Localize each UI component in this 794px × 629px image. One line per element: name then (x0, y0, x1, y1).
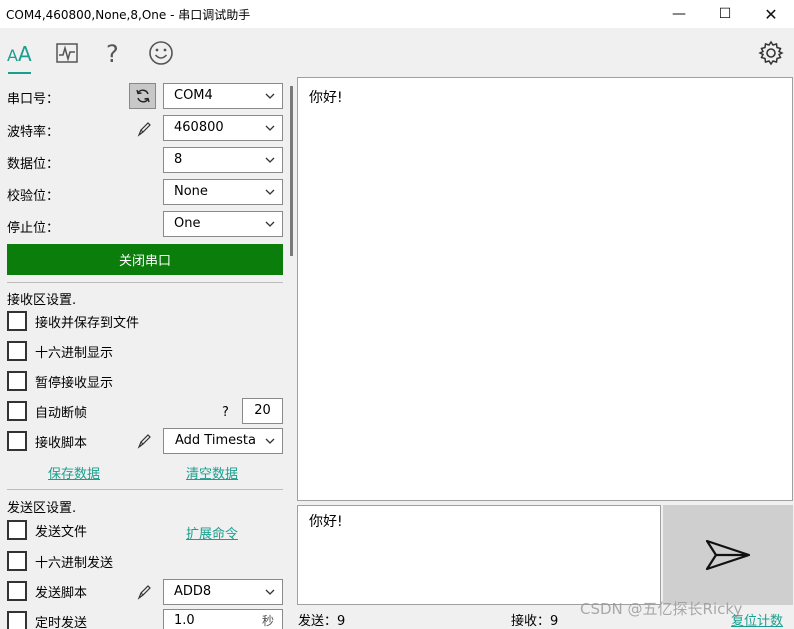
databits-select[interactable]: 8 (163, 147, 283, 173)
font-icon[interactable]: AA (5, 38, 35, 68)
databits-label: 数据位： (7, 157, 60, 172)
auto-frame-checkbox[interactable] (7, 401, 27, 421)
send-script-label: 发送脚本 (35, 586, 88, 601)
maximize-button[interactable]: ☐ (702, 0, 748, 28)
receive-script-value: Add Timesta (175, 433, 256, 448)
chevron-down-icon (265, 93, 275, 99)
sent-count: 发送：9 (298, 614, 346, 629)
hex-display-label: 十六进制显示 (35, 346, 114, 361)
pen-icon[interactable] (136, 584, 152, 600)
timed-send-value: 1.0 (174, 613, 195, 628)
port-value: COM4 (174, 88, 213, 103)
close-port-button[interactable]: 关闭串口 (7, 244, 283, 275)
refresh-button[interactable] (129, 83, 156, 109)
received-count: 接收：9 (511, 614, 559, 629)
svg-text:A: A (7, 46, 18, 64)
send-script-checkbox[interactable] (7, 581, 27, 601)
hex-send-label: 十六进制发送 (35, 556, 114, 571)
extend-command-link[interactable]: 扩展命令 (186, 523, 238, 542)
auto-frame-label: 自动断帧 (35, 406, 88, 421)
timed-send-unit: 秒 (261, 614, 274, 628)
databits-value: 8 (174, 152, 183, 167)
toolbar: AA ? (0, 28, 794, 76)
chevron-down-icon (265, 438, 275, 444)
send-section-title: 发送区设置. (7, 501, 77, 516)
hex-send-checkbox[interactable] (7, 551, 27, 571)
svg-text:A: A (18, 42, 32, 64)
baud-label: 波特率： (7, 125, 60, 140)
divider (7, 282, 283, 283)
window-title: COM4,460800,None,8,One - 串口调试助手 (6, 8, 251, 22)
save-data-link[interactable]: 保存数据 (48, 463, 100, 482)
receive-text-area[interactable]: 你好! (297, 77, 793, 501)
parity-select[interactable]: None (163, 179, 283, 205)
chevron-down-icon (265, 189, 275, 195)
send-text-area[interactable]: 你好! (297, 505, 661, 605)
baud-select[interactable]: 460800 (163, 115, 283, 141)
minimize-button[interactable]: — (656, 0, 702, 28)
left-panel-scrollbar[interactable] (290, 86, 293, 256)
send-script-value: ADD8 (174, 584, 212, 599)
auto-frame-input[interactable]: 20 (242, 398, 283, 424)
refresh-icon (135, 89, 150, 103)
timed-send-checkbox[interactable] (7, 611, 27, 629)
watermark: CSDN @五亿探长Ricky (580, 600, 743, 618)
stopbits-select[interactable]: One (163, 211, 283, 237)
send-script-select[interactable]: ADD8 (163, 579, 283, 605)
receive-script-label: 接收脚本 (35, 436, 88, 451)
hex-display-checkbox[interactable] (7, 341, 27, 361)
chevron-down-icon (265, 125, 275, 131)
pause-display-checkbox[interactable] (7, 371, 27, 391)
chevron-down-icon (265, 221, 275, 227)
receive-script-checkbox[interactable] (7, 431, 27, 451)
active-tab-indicator (8, 72, 31, 74)
receive-section-title: 接收区设置. (7, 293, 77, 308)
stopbits-value: One (174, 216, 201, 231)
save-to-file-label: 接收并保存到文件 (35, 316, 140, 331)
port-label: 串口号： (7, 92, 60, 107)
svg-text:?: ? (106, 40, 119, 66)
parity-label: 校验位： (7, 189, 60, 204)
receive-script-select[interactable]: Add Timesta (163, 428, 283, 454)
settings-icon[interactable] (756, 38, 786, 68)
help-icon[interactable]: ? (98, 38, 128, 68)
timed-send-input[interactable]: 1.0 秒 (163, 609, 283, 629)
title-bar: COM4,460800,None,8,One - 串口调试助手 — ☐ ✕ (0, 0, 794, 28)
divider (7, 489, 283, 490)
parity-value: None (174, 184, 208, 199)
save-to-file-checkbox[interactable] (7, 311, 27, 331)
clear-data-link[interactable]: 清空数据 (186, 463, 238, 482)
chart-icon[interactable] (52, 38, 82, 68)
baud-value: 460800 (174, 120, 224, 135)
chevron-down-icon (265, 157, 275, 163)
close-button[interactable]: ✕ (748, 0, 794, 28)
stopbits-label: 停止位： (7, 221, 60, 236)
timed-send-label: 定时发送 (35, 616, 88, 629)
send-file-label: 发送文件 (35, 525, 88, 540)
port-select[interactable]: COM4 (163, 83, 283, 109)
left-panel: 串口号： COM4 波特率： 460800 数据位： 8 校验位： None 停… (0, 76, 290, 629)
chevron-down-icon (265, 589, 275, 595)
reset-count-link[interactable]: 复位计数 (731, 610, 783, 629)
pen-icon[interactable] (136, 433, 152, 449)
smiley-icon[interactable] (146, 38, 176, 68)
pause-display-label: 暂停接收显示 (35, 376, 114, 391)
auto-frame-help[interactable]: ? (222, 405, 229, 420)
send-file-checkbox[interactable] (7, 520, 27, 540)
send-icon (705, 539, 751, 571)
pen-icon[interactable] (136, 121, 152, 137)
send-button[interactable] (663, 505, 793, 605)
